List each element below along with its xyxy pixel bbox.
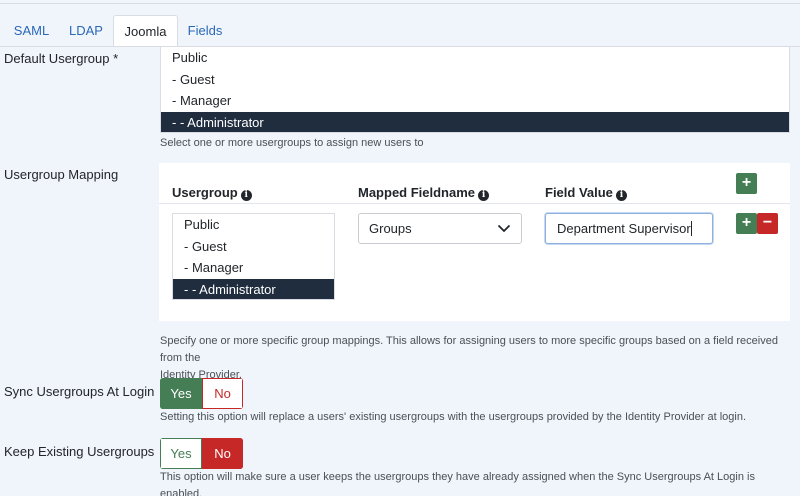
sync-yes-button[interactable]: Yes: [160, 378, 202, 409]
header-usergroup: Usergroup i: [172, 185, 252, 201]
default-usergroup-label: Default Usergroup *: [4, 51, 119, 66]
plus-icon: +: [741, 174, 752, 191]
add-row-button[interactable]: +: [736, 213, 757, 234]
listbox-option[interactable]: - Guest: [161, 69, 789, 91]
keep-existing-label: Keep Existing Usergroups: [4, 444, 155, 459]
chevron-down-icon: [497, 224, 511, 233]
mapped-fieldname-select[interactable]: Groups: [358, 213, 522, 244]
tab-bar: SAML LDAP Joomla Fields: [0, 15, 800, 47]
info-circle-icon[interactable]: i: [478, 190, 490, 201]
keep-yes-button[interactable]: Yes: [160, 438, 202, 469]
tab-ldap[interactable]: LDAP: [60, 15, 112, 47]
usergroup-mapping-label: Usergroup Mapping: [4, 167, 119, 182]
listbox-option[interactable]: - Manager: [161, 90, 789, 112]
header-mapped-fieldname: Mapped Fieldname i: [358, 185, 490, 201]
mapped-fieldname-value: Groups: [369, 221, 412, 236]
listbox-option-selected[interactable]: - - Administrator: [161, 111, 789, 132]
tab-fields[interactable]: Fields: [178, 15, 232, 47]
usergroup-mapping-help: Specify one or more specific group mappi…: [160, 335, 778, 381]
plus-icon: +: [741, 214, 752, 231]
keep-existing-help: This option will make sure a user keeps …: [160, 471, 755, 496]
listbox-option[interactable]: Public: [173, 214, 334, 236]
info-circle-icon[interactable]: i: [240, 190, 252, 201]
remove-row-button[interactable]: −: [757, 213, 778, 234]
sync-usergroups-label: Sync Usergroups At Login: [4, 384, 155, 399]
default-usergroup-select[interactable]: Public - Guest - Manager - - Administrat…: [160, 46, 790, 133]
header-field-value: Field Value i: [545, 185, 627, 201]
add-mapping-button[interactable]: +: [736, 173, 757, 194]
tab-saml[interactable]: SAML: [4, 15, 59, 47]
text-cursor: [690, 221, 692, 236]
sync-usergroups-toggle: Yes No: [160, 378, 243, 409]
listbox-option[interactable]: - Guest: [173, 236, 334, 258]
listbox-option[interactable]: - Manager: [173, 257, 334, 279]
listbox-option-selected[interactable]: - - Administrator: [173, 278, 334, 299]
info-circle-icon[interactable]: i: [615, 190, 627, 201]
top-divider: [0, 3, 800, 4]
listbox-option[interactable]: Public: [161, 47, 789, 69]
keep-no-button[interactable]: No: [202, 438, 243, 469]
keep-existing-toggle: Yes No: [160, 438, 243, 469]
sync-usergroups-help: Setting this option will replace a users…: [160, 411, 747, 423]
field-value-text: Department Supervisor: [557, 221, 691, 236]
minus-icon: −: [762, 214, 773, 231]
mapping-header-divider: [159, 203, 790, 204]
sync-no-button[interactable]: No: [202, 378, 243, 409]
mapping-usergroup-select[interactable]: Public - Guest - Manager - - Administrat…: [172, 213, 335, 300]
field-value-input[interactable]: Department Supervisor: [545, 213, 713, 244]
default-usergroup-help: Select one or more usergroups to assign …: [160, 137, 424, 149]
tab-joomla[interactable]: Joomla: [113, 15, 178, 47]
